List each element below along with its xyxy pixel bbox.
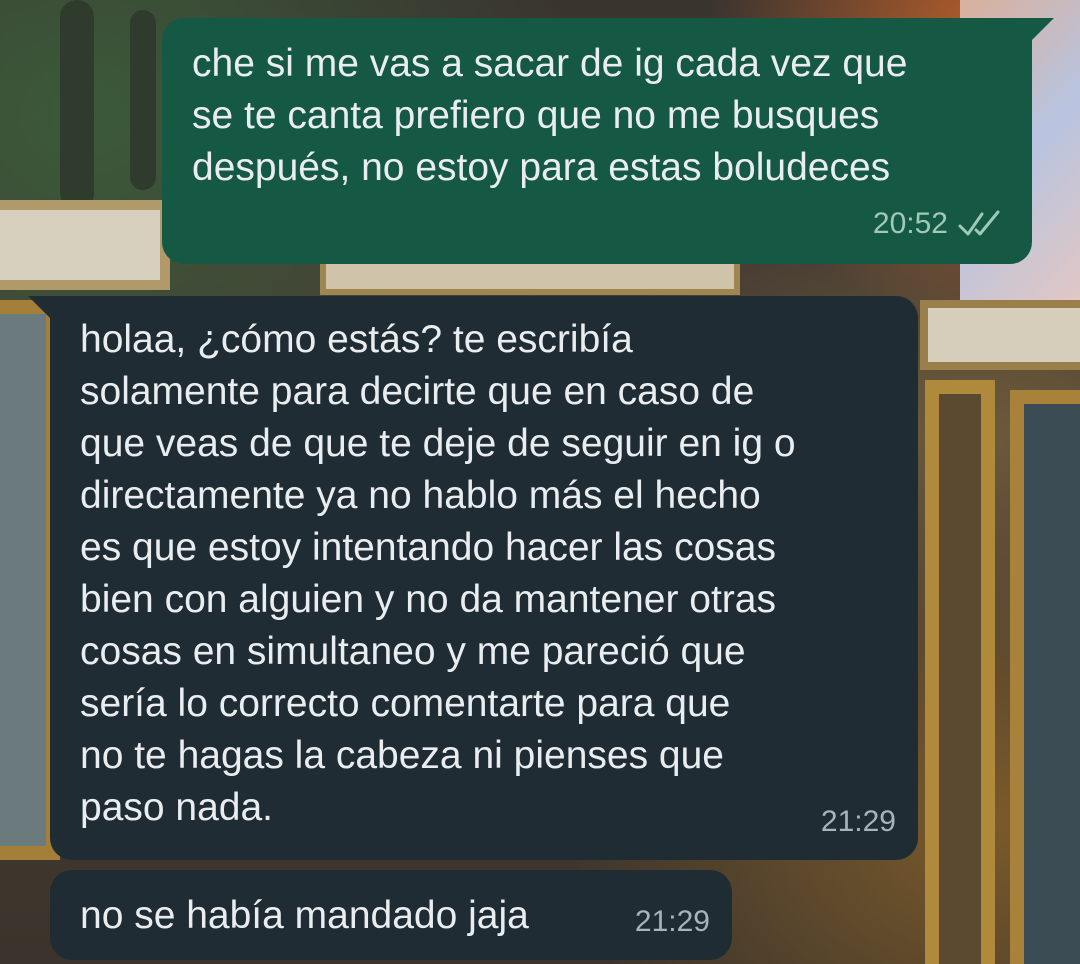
double-check-icon bbox=[958, 210, 1000, 236]
wallpaper-frame bbox=[920, 300, 1080, 370]
message-meta: 21:29 bbox=[821, 796, 896, 848]
message-meta: 20:52 bbox=[873, 198, 1004, 250]
wallpaper-cactus bbox=[130, 10, 156, 190]
message-text: che si me vas a sacar de ig cada vez que… bbox=[192, 42, 908, 189]
wallpaper-frame bbox=[1010, 390, 1080, 964]
bubble-tail bbox=[1030, 18, 1054, 42]
incoming-message-bubble[interactable]: holaa, ¿cómo estás? te escribía solament… bbox=[28, 296, 918, 860]
wallpaper-cactus bbox=[60, 0, 94, 210]
message-time: 20:52 bbox=[872, 207, 948, 240]
message-text: holaa, ¿cómo estás? te escribía solament… bbox=[80, 318, 796, 829]
bubble-tail bbox=[28, 296, 52, 320]
message-meta: 21:29 bbox=[635, 896, 710, 948]
message-time: 21:29 bbox=[820, 805, 896, 838]
message-time: 21:29 bbox=[634, 905, 710, 938]
wallpaper-frame bbox=[925, 380, 995, 964]
message-text: no se había mandado jaja bbox=[80, 894, 529, 937]
wallpaper-frame bbox=[0, 200, 170, 290]
outgoing-message-bubble[interactable]: che si me vas a sacar de ig cada vez que… bbox=[162, 18, 1054, 264]
incoming-message-bubble[interactable]: no se había mandado jaja 21:29 bbox=[50, 870, 732, 960]
